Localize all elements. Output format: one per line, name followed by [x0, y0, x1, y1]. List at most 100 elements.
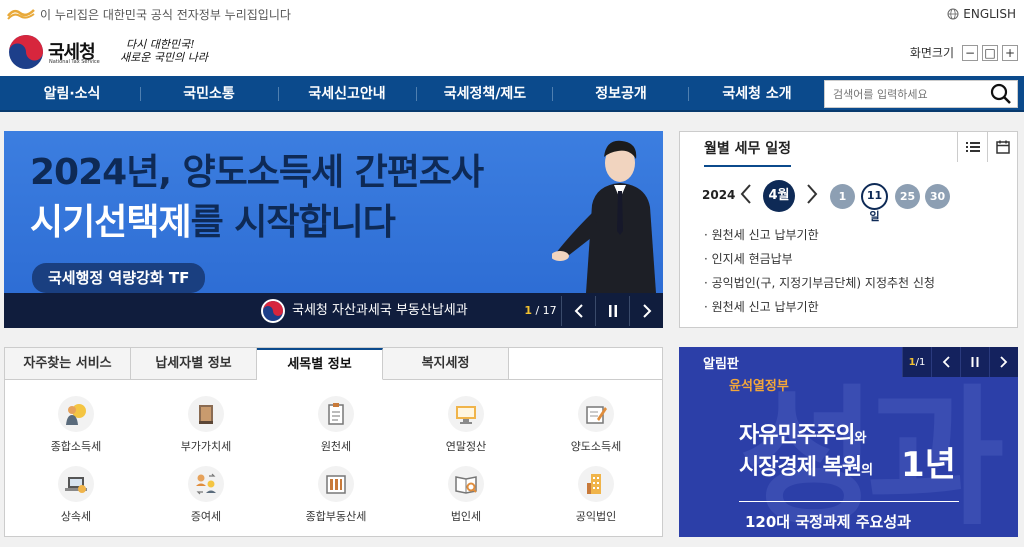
- logo-subtitle: National Tax Service: [49, 59, 100, 65]
- prev-month-button[interactable]: [738, 183, 754, 205]
- banner-org: 국세청 자산과세국 부동산납세과: [260, 296, 468, 326]
- service-item-gift-tax[interactable]: 증여세: [151, 466, 261, 524]
- nav-item-about[interactable]: 국세청 소개: [692, 76, 822, 112]
- service-item-year-end[interactable]: 연말정산: [411, 396, 521, 454]
- schedule-day[interactable]: 30: [925, 184, 950, 209]
- slogan: 다시 대한민국! 새로운 국민의 나라: [120, 38, 208, 64]
- zoom-label: 화면크기: [909, 46, 954, 60]
- service-item-vat[interactable]: 부가가치세: [151, 396, 261, 454]
- gov-notice-bar: 이 누리집은 대한민국 공식 전자정부 누리집입니다 ENGLISH: [0, 0, 1024, 28]
- calendar-icon: [995, 140, 1010, 154]
- language-link[interactable]: ENGLISH: [947, 7, 1016, 21]
- taeguk-emblem-icon[interactable]: [8, 34, 44, 70]
- board-prev-button[interactable]: [931, 347, 960, 377]
- zoom-in-button[interactable]: +: [1002, 44, 1018, 61]
- search-icon[interactable]: [989, 83, 1013, 105]
- pause-icon: [971, 357, 979, 367]
- nav-divider: [552, 87, 553, 101]
- chevron-right-icon: [643, 304, 652, 318]
- tab-taxpayer-info[interactable]: 납세자별 정보: [131, 348, 257, 380]
- service-item-income-tax[interactable]: 종합소득세: [21, 396, 131, 454]
- board-headline-1: 자유민주주의와: [739, 417, 866, 449]
- board-gov-label: 윤석열정부: [729, 379, 789, 394]
- list-view-button[interactable]: [957, 132, 987, 162]
- tab-welfare-tax[interactable]: 복지세정: [383, 348, 509, 380]
- tab-bar-filler: [509, 348, 662, 380]
- service-item-corporate-tax[interactable]: 법인세: [411, 466, 521, 524]
- zoom-reset-button[interactable]: □: [982, 44, 998, 61]
- board-headline-1-suffix: 와: [854, 431, 866, 446]
- board-counter-current: 1: [908, 356, 916, 368]
- banner-prev-button[interactable]: [562, 296, 596, 326]
- globe-icon: [947, 8, 959, 20]
- banner-next-button[interactable]: [630, 296, 663, 326]
- banner-headline-2-highlight: 시기선택제: [30, 202, 192, 243]
- zoom-controls: 화면크기 − □ +: [910, 44, 1018, 61]
- zoom-out-button[interactable]: −: [962, 44, 978, 61]
- service-item-inheritance-tax[interactable]: 상속세: [21, 466, 131, 524]
- tab-tax-type-info[interactable]: 세목별 정보: [257, 348, 383, 380]
- person-bulb-icon: [58, 396, 94, 432]
- banner-counter-current: 1: [524, 304, 532, 317]
- service-label: 종합부동산세: [305, 510, 367, 523]
- board-headline-1-text: 자유민주주의: [739, 423, 855, 448]
- service-item-comprehensive-property-tax[interactable]: 종합부동산세: [281, 466, 391, 524]
- service-item-public-interest-corp[interactable]: 공익법인: [541, 466, 651, 524]
- board-headline-2: 시장경제 복원의: [739, 449, 873, 481]
- calendar-view-button[interactable]: [987, 132, 1017, 162]
- schedule-day[interactable]: 25: [895, 184, 920, 209]
- board-next-button[interactable]: [989, 347, 1018, 377]
- nav-divider: [278, 87, 279, 101]
- service-label: 종합소득세: [50, 440, 102, 453]
- board-subtitle: 120대 국정과제 주요성과: [745, 513, 911, 531]
- schedule-item[interactable]: · 원천세 신고 납부기한: [704, 298, 819, 315]
- tab-frequent-services[interactable]: 자주찾는 서비스: [5, 348, 131, 380]
- main-banner[interactable]: 2024년, 양도소득세 간편조사 시기선택제를 시작합니다 국세행정 역량강화…: [4, 131, 663, 328]
- building-icon: [318, 466, 354, 502]
- board-big-text: 1년: [901, 445, 956, 485]
- nav-item-tax-filing[interactable]: 국세신고안내: [282, 76, 412, 112]
- nav-divider: [140, 87, 141, 101]
- spokesperson-image: [552, 140, 656, 293]
- document-pen-icon: [578, 396, 614, 432]
- search-input[interactable]: [825, 81, 985, 107]
- schedule-item[interactable]: · 원천세 신고 납부기한: [704, 226, 819, 243]
- chevron-left-icon: [574, 304, 583, 318]
- nav-item-communication[interactable]: 국민소통: [144, 76, 274, 112]
- schedule-item[interactable]: · 공익법인(구, 지정기부금단체) 지정추천 신청: [704, 274, 935, 291]
- schedule-month: 4월: [763, 180, 795, 212]
- next-month-button[interactable]: [804, 183, 820, 205]
- board-headline-2-text: 시장경제 복원: [739, 455, 862, 480]
- nav-divider: [688, 87, 689, 101]
- language-label: ENGLISH: [963, 7, 1016, 21]
- board-controls: 1/1: [902, 347, 1018, 377]
- service-item-capital-gains[interactable]: 양도소득세: [541, 396, 651, 454]
- schedule-day[interactable]: 1: [830, 184, 855, 209]
- site-header: 국세청 National Tax Service 다시 대한민국! 새로운 국민…: [0, 28, 1024, 76]
- board-counter-total: /1: [915, 356, 926, 368]
- service-label: 연말정산: [445, 440, 487, 453]
- schedule-item[interactable]: · 인지세 현금납부: [704, 250, 793, 267]
- schedule-year: 2024: [702, 188, 736, 202]
- chevron-left-icon: [942, 356, 950, 368]
- main-nav: 알림·소식 국민소통 국세신고안내 국세정책/제도 정보공개 국세청 소개: [0, 76, 1024, 112]
- board-divider: [739, 501, 959, 502]
- nav-item-news[interactable]: 알림·소식: [8, 76, 136, 112]
- notice-board[interactable]: 성과 알림판 1/1 윤석열정부 자유민주주의와 시장경제 복원의 1년 120…: [679, 347, 1018, 537]
- slogan-line2: 새로운 국민의 나라: [120, 51, 208, 64]
- service-label: 원천세: [320, 440, 352, 453]
- banner-org-label: 국세청 자산과세국 부동산납세과: [292, 303, 468, 318]
- book-icon: [188, 396, 224, 432]
- board-pause-button[interactable]: [960, 347, 989, 377]
- nav-item-disclosure[interactable]: 정보공개: [556, 76, 686, 112]
- banner-pause-button[interactable]: [596, 296, 630, 326]
- banner-tag: 국세행정 역량강화 TF: [32, 263, 206, 293]
- service-label: 양도소득세: [570, 440, 622, 453]
- service-tabs-panel: 자주찾는 서비스 납세자별 정보 세목별 정보 복지세정 종합소득세 부가가치세…: [4, 347, 663, 537]
- schedule-day-active[interactable]: 11일: [861, 183, 888, 223]
- banner-headline-2-rest: 를 시작합니다: [190, 202, 396, 243]
- laptop-icon: [58, 466, 94, 502]
- nav-item-tax-policy[interactable]: 국세정책/제도: [420, 76, 550, 112]
- service-label: 부가가치세: [180, 440, 232, 453]
- service-item-withholding-tax[interactable]: 원천세: [281, 396, 391, 454]
